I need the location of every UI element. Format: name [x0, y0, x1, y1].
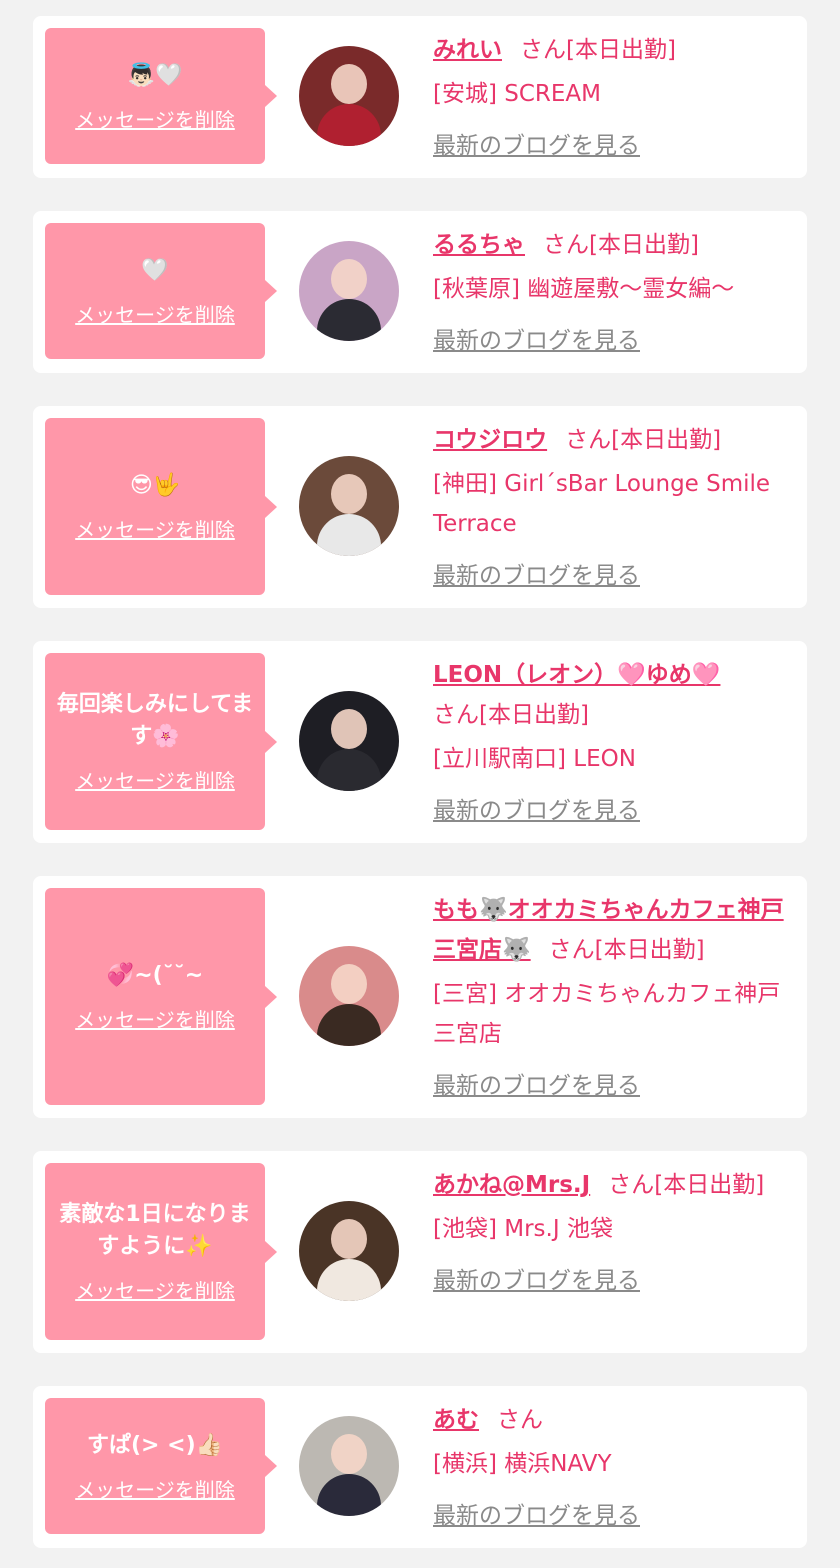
avatar[interactable]	[299, 46, 399, 146]
profile-info: あかね@Mrs.J さん[本日出勤] [池袋] Mrs.J 池袋 最新のブログを見…	[433, 1165, 795, 1301]
delete-message-link[interactable]: メッセージを削除	[75, 104, 235, 133]
message-bubble: 素敵な1日になりますように✨ メッセージを削除	[45, 1163, 277, 1340]
profile-name-link[interactable]: LEON（レオン）🩷ゆめ🩷	[433, 662, 720, 688]
delete-message-link[interactable]: メッセージを削除	[75, 1275, 235, 1304]
message-bubble: すぱ(> <)👍🏻 メッセージを削除	[45, 1398, 277, 1534]
message-bubble: 🤍 メッセージを削除	[45, 223, 277, 359]
profile-info: コウジロウ さん[本日出勤] [神田] Girl´sBar Lounge Smil…	[433, 420, 795, 596]
avatar[interactable]	[299, 691, 399, 791]
attendance-status: さん[本日出勤]	[520, 37, 676, 63]
message-text: 😎🤟	[129, 473, 181, 498]
profile-info: もも🐺オオカミちゃんカフェ神戸三宮店🐺 さん[本日出勤] [三宮] オオカミちゃん…	[433, 890, 795, 1106]
message-text: 💞~(˘˘~	[106, 963, 204, 988]
favorite-card: 素敵な1日になりますように✨ メッセージを削除 あかね@Mrs.J さん[本日出勤…	[33, 1151, 807, 1353]
message-text: すぱ(> <)👍🏻	[86, 1432, 224, 1458]
shop-label: [横浜] 横浜NAVY	[433, 1451, 612, 1477]
shop-label: [池袋] Mrs.J 池袋	[433, 1216, 613, 1242]
profile-name-link[interactable]: るるちゃ	[433, 232, 525, 258]
favorite-card: 😎🤟 メッセージを削除 コウジロウ さん[本日出勤] [神田] Girl´sBar…	[33, 406, 807, 608]
attendance-status: さん[本日出勤]	[433, 702, 589, 728]
latest-blog-link[interactable]: 最新のブログを見る	[433, 126, 795, 166]
message-text: 👼🏻🤍	[127, 62, 183, 88]
shop-label: [安城] SCREAM	[433, 81, 602, 107]
profile-name-link[interactable]: みれい	[433, 37, 502, 63]
shop-label: [三宮] オオカミちゃんカフェ神戸三宮店	[433, 981, 781, 1047]
profile-info: あむ さん [横浜] 横浜NAVY 最新のブログを見る	[433, 1400, 795, 1536]
profile-info: るるちゃ さん[本日出勤] [秋葉原] 幽遊屋敷〜霊女編〜 最新のブログを見る	[433, 225, 795, 361]
profile-info: LEON（レオン）🩷ゆめ🩷 さん[本日出勤] [立川駅南口] LEON 最新のブロ…	[433, 655, 795, 831]
message-bubble: 💞~(˘˘~ メッセージを削除	[45, 888, 277, 1105]
avatar[interactable]	[299, 1201, 399, 1301]
favorite-card: 毎回楽しみにしてます🌸 メッセージを削除 LEON（レオン）🩷ゆめ🩷 さん[本日出…	[33, 641, 807, 843]
attendance-status: さん[本日出勤]	[543, 232, 699, 258]
latest-blog-link[interactable]: 最新のブログを見る	[433, 1066, 795, 1106]
favorite-card: 🤍 メッセージを削除 るるちゃ さん[本日出勤] [秋葉原] 幽遊屋敷〜霊女編〜 …	[33, 211, 807, 373]
favorite-card: すぱ(> <)👍🏻 メッセージを削除 あむ さん [横浜] 横浜NAVY 最新のブ…	[33, 1386, 807, 1548]
message-bubble: 毎回楽しみにしてます🌸 メッセージを削除	[45, 653, 277, 830]
latest-blog-link[interactable]: 最新のブログを見る	[433, 1496, 795, 1536]
attendance-status: さん	[497, 1407, 543, 1433]
profile-info: みれい さん[本日出勤] [安城] SCREAM 最新のブログを見る	[433, 30, 795, 166]
delete-message-link[interactable]: メッセージを削除	[75, 765, 235, 794]
shop-label: [立川駅南口] LEON	[433, 746, 636, 772]
profile-name-link[interactable]: あむ	[433, 1407, 479, 1433]
avatar[interactable]	[299, 456, 399, 556]
favorite-card: 👼🏻🤍 メッセージを削除 みれい さん[本日出勤] [安城] SCREAM 最新の…	[33, 16, 807, 178]
attendance-status: さん[本日出勤]	[565, 427, 722, 453]
delete-message-link[interactable]: メッセージを削除	[75, 299, 235, 328]
message-bubble: 👼🏻🤍 メッセージを削除	[45, 28, 277, 164]
latest-blog-link[interactable]: 最新のブログを見る	[433, 1261, 795, 1301]
message-text: 🤍	[141, 257, 169, 283]
delete-message-link[interactable]: メッセージを削除	[75, 1474, 235, 1503]
avatar[interactable]	[299, 946, 399, 1046]
avatar[interactable]	[299, 1416, 399, 1516]
favorites-list: 👼🏻🤍 メッセージを削除 みれい さん[本日出勤] [安城] SCREAM 最新の…	[0, 0, 840, 1568]
latest-blog-link[interactable]: 最新のブログを見る	[433, 556, 795, 596]
profile-name-link[interactable]: コウジロウ	[433, 427, 547, 453]
delete-message-link[interactable]: メッセージを削除	[75, 1004, 235, 1033]
attendance-status: さん[本日出勤]	[608, 1172, 765, 1198]
message-text: 毎回楽しみにしてます🌸	[56, 692, 254, 749]
message-bubble: 😎🤟 メッセージを削除	[45, 418, 277, 595]
shop-label: [秋葉原] 幽遊屋敷〜霊女編〜	[433, 276, 735, 302]
profile-name-link[interactable]: あかね@Mrs.J	[433, 1172, 590, 1198]
avatar[interactable]	[299, 241, 399, 341]
shop-label: [神田] Girl´sBar Lounge Smile Terrace	[433, 471, 771, 537]
favorite-card: 💞~(˘˘~ メッセージを削除 もも🐺オオカミちゃんカフェ神戸三宮店🐺 さん[本日…	[33, 876, 807, 1118]
message-text: 素敵な1日になりますように✨	[59, 1202, 251, 1259]
attendance-status: さん[本日出勤]	[548, 937, 705, 963]
delete-message-link[interactable]: メッセージを削除	[75, 514, 235, 543]
latest-blog-link[interactable]: 最新のブログを見る	[433, 791, 795, 831]
latest-blog-link[interactable]: 最新のブログを見る	[433, 321, 795, 361]
